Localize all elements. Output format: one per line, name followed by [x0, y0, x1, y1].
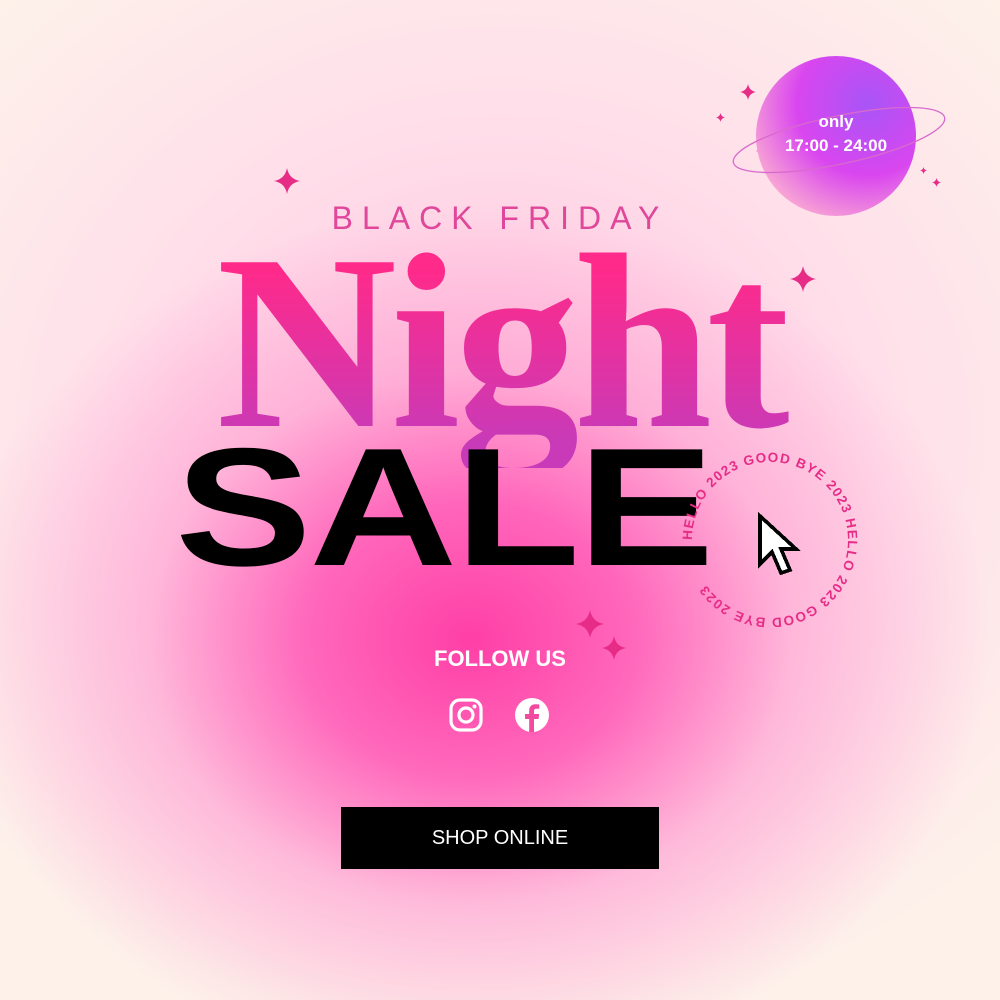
- cursor-icon: [758, 512, 801, 576]
- badge-time-range: 17:00 - 24:00: [784, 136, 888, 155]
- shop-online-button[interactable]: SHOP ONLINE: [341, 807, 659, 869]
- instagram-icon[interactable]: [448, 697, 484, 733]
- badge-only-label: only: [818, 112, 854, 131]
- sparkle-icon: [274, 168, 300, 194]
- follow-us-heading: FOLLOW US: [434, 646, 566, 671]
- time-badge: only 17:00 - 24:00: [756, 110, 916, 158]
- facebook-icon[interactable]: [514, 697, 550, 733]
- sparkle-icon: [576, 610, 604, 638]
- sparkle-icon: [740, 84, 756, 100]
